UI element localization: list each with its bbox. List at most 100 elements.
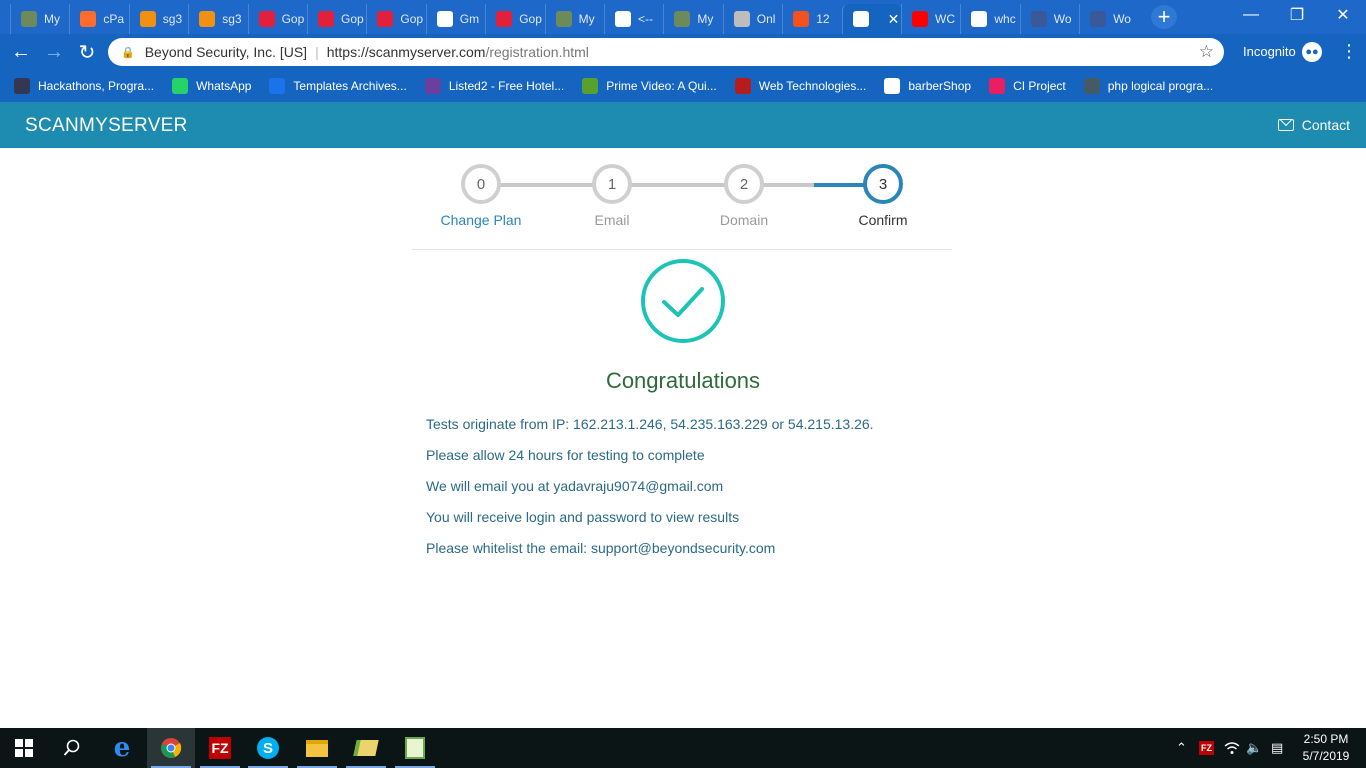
wifi-icon[interactable] <box>1224 728 1240 768</box>
bookmark-item[interactable]: Web Technologies... <box>734 78 866 94</box>
bookmark-label: Templates Archives... <box>293 79 407 93</box>
bookmark-label: WhatsApp <box>196 79 252 93</box>
browser-tab[interactable]: My <box>544 4 604 34</box>
notepad-plus-icon[interactable] <box>391 728 439 768</box>
step-0[interactable]: 0 <box>461 164 501 204</box>
tab-title: <-- <box>638 12 653 26</box>
filezilla-tray-icon[interactable]: FZ <box>1199 728 1214 768</box>
reload-icon[interactable]: ↻ <box>74 39 100 65</box>
volume-icon[interactable]: 🔈 <box>1246 728 1262 768</box>
person-icon <box>674 11 691 27</box>
step-label-confirm: Confirm <box>858 212 908 228</box>
browser-tab[interactable]: Gop <box>485 4 544 34</box>
globe-icon <box>733 11 750 27</box>
tab-title: cPa <box>103 12 125 26</box>
browser-toolbar: ← → ↻ 🔒 Beyond Security, Inc. [US] | htt… <box>0 34 1366 70</box>
hackerearth-icon <box>14 78 30 94</box>
browser-tab[interactable]: Onl <box>722 4 782 34</box>
play-icon <box>582 78 599 94</box>
gmail-icon <box>436 11 453 27</box>
step-label-email: Email <box>594 212 630 228</box>
windows-start-icon[interactable] <box>0 728 48 768</box>
browser-tab[interactable]: Wo <box>1079 4 1138 34</box>
address-bar[interactable]: 🔒 Beyond Security, Inc. [US] | https://s… <box>108 38 1224 66</box>
skype-icon[interactable]: S <box>244 728 292 768</box>
bookmark-item[interactable]: Templates Archives... <box>269 78 407 94</box>
system-clock[interactable]: 2:50 PM 5/7/2019 <box>1296 731 1356 765</box>
browser-tab-active[interactable]: ✕ <box>841 4 901 34</box>
page-title: Congratulations <box>605 368 761 393</box>
forward-icon[interactable]: → <box>41 39 67 65</box>
php-icon <box>1083 78 1100 94</box>
bookmark-item[interactable]: Hackathons, Progra... <box>14 78 154 94</box>
bookmark-label: CI Project <box>1013 79 1066 93</box>
file-explorer-icon[interactable] <box>293 728 341 768</box>
bookmark-item[interactable]: WhatsApp <box>172 78 251 94</box>
browser-tab[interactable]: Gop <box>307 4 366 34</box>
notification-icon[interactable]: ▤ <box>1271 728 1283 768</box>
browser-tab[interactable]: My <box>663 4 722 34</box>
bookmark-label: barberShop <box>908 79 972 93</box>
info-line-whitelist: Please whitelist the email: support@beyo… <box>426 540 776 556</box>
browser-tab[interactable]: whc <box>960 4 1019 34</box>
windows-taskbar: e FZ S ⌃ FZ 🔈 ▤ 2:50 PM 5/7/2019 <box>0 728 1366 768</box>
step-label-change-plan[interactable]: Change Plan <box>411 212 551 228</box>
show-hidden-icons[interactable]: ⌃ <box>1176 728 1187 768</box>
bookmark-item[interactable]: Listed2 - Free Hotel... <box>424 78 565 94</box>
search-icon[interactable] <box>48 728 96 768</box>
browser-tab[interactable]: sg3 <box>128 4 188 34</box>
ci-icon <box>989 78 1006 94</box>
info-line-login: You will receive login and password to v… <box>426 509 740 525</box>
folder-icon[interactable] <box>342 728 390 768</box>
restore-button[interactable]: ❐ <box>1274 0 1320 30</box>
chrome-icon[interactable] <box>147 728 195 768</box>
close-tab-icon[interactable]: ✕ <box>888 11 900 28</box>
browser-tab[interactable]: Wo <box>1019 4 1079 34</box>
browser-tab[interactable]: <-- <box>604 4 663 34</box>
globe-icon <box>852 11 869 27</box>
contact-label: Contact <box>1301 117 1350 133</box>
tab-title: Wo <box>1113 12 1131 26</box>
step-circle: 2 <box>724 164 764 204</box>
menu-icon[interactable]: ⋮ <box>1340 41 1358 62</box>
browser-tab[interactable]: Gm <box>425 4 485 34</box>
godaddy-icon <box>258 11 275 27</box>
browser-tab[interactable]: cPa <box>69 4 128 34</box>
new-tab-button[interactable]: + <box>1151 4 1177 29</box>
contact-link[interactable]: Contact <box>1277 117 1350 133</box>
brand-logo[interactable]: SCANMYSERVER <box>25 115 188 137</box>
bookmark-item[interactable]: php logical progra... <box>1083 78 1213 94</box>
step-label-domain: Domain <box>719 212 769 228</box>
bookmark-label: Listed2 - Free Hotel... <box>448 79 565 93</box>
back-icon[interactable]: ← <box>8 39 34 65</box>
browser-tab[interactable]: Gop <box>247 4 307 34</box>
incognito-icon[interactable]: ●● <box>1302 42 1322 62</box>
browser-tab[interactable]: 12 <box>782 4 841 34</box>
bookmark-star-icon[interactable]: ☆ <box>1199 42 1214 62</box>
url-text: https://scanmyserver.com/registration.ht… <box>327 44 589 60</box>
facebook-icon <box>1090 11 1107 27</box>
browser-tab[interactable]: Gop <box>366 4 425 34</box>
bookmark-item[interactable]: Prime Video: A Qui... <box>582 78 717 94</box>
site-header: SCANMYSERVER Contact <box>0 102 1366 148</box>
tab-title: Gop <box>519 12 542 26</box>
edge-icon[interactable]: e <box>98 728 146 768</box>
colorlib-icon <box>424 78 441 94</box>
tab-title: Wo <box>1053 12 1072 26</box>
tab-title: whc <box>994 12 1016 26</box>
bookmark-item[interactable]: barberShop <box>884 78 971 94</box>
tab-title: My <box>697 12 714 26</box>
lock-icon: 🔒 <box>121 46 135 59</box>
browser-tab[interactable]: My <box>10 4 69 34</box>
tab-title: Onl <box>756 12 776 26</box>
phpmyadmin-icon <box>139 11 156 27</box>
close-window-button[interactable]: ✕ <box>1320 0 1366 30</box>
filezilla-icon[interactable]: FZ <box>196 728 244 768</box>
bookmark-item[interactable]: CI Project <box>989 78 1066 94</box>
info-line-ip: Tests originate from IP: 162.213.1.246, … <box>426 416 874 432</box>
browser-tab[interactable]: WC <box>901 4 960 34</box>
clock-date: 5/7/2019 <box>1302 749 1350 763</box>
minimize-button[interactable]: — <box>1228 0 1274 30</box>
url-path: /registration.html <box>485 44 589 60</box>
browser-tab[interactable]: sg3 <box>188 4 247 34</box>
